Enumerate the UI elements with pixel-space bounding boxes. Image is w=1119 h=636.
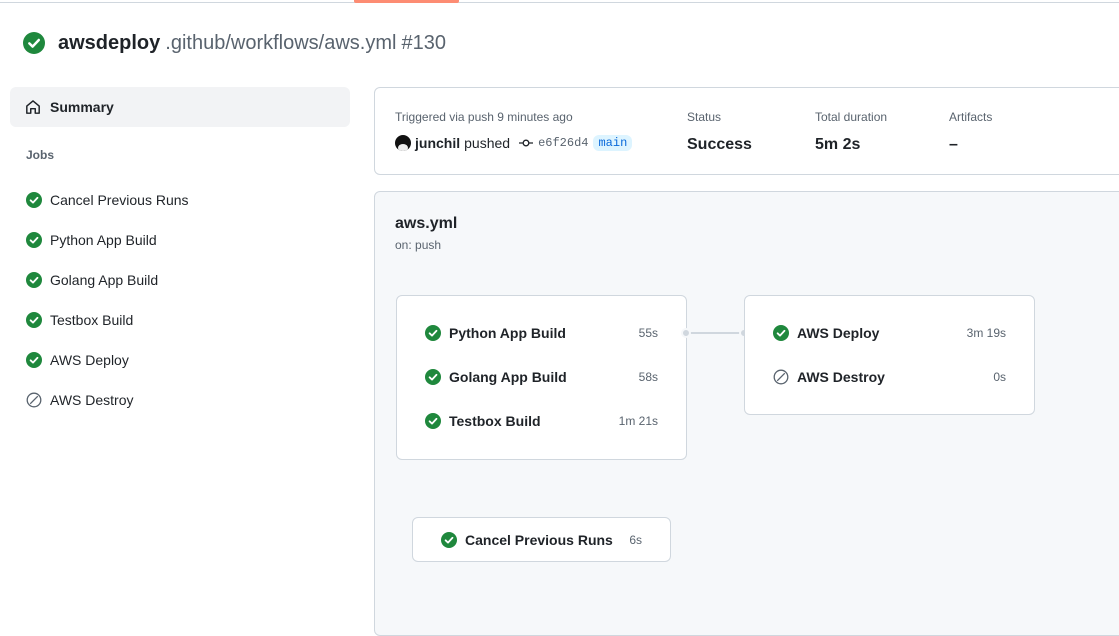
trigger-column: Triggered via push 9 minutes ago junchil… [395, 110, 633, 151]
sidebar-job-item[interactable]: Cancel Previous Runs [10, 180, 350, 220]
workflow-path: .github/workflows/aws.yml [165, 31, 397, 54]
sidebar-job-item[interactable]: AWS Deploy [10, 340, 350, 380]
artifacts-label: Artifacts [949, 110, 993, 124]
sidebar-job-label: Python App Build [50, 232, 157, 248]
graph-job-name: Python App Build [449, 325, 566, 341]
graph-job-duration: 55s [638, 326, 658, 340]
run-summary-card: Triggered via push 9 minutes ago junchil… [374, 87, 1119, 175]
graph-job-name: Testbox Build [449, 413, 541, 429]
status-label: Status [687, 110, 722, 124]
header-divider [0, 2, 1119, 3]
workflow-graph: aws.yml on: push Python App Build 55s Gola… [374, 191, 1119, 636]
graph-job-duration: 3m 19s [966, 326, 1006, 340]
graph-job-name: Cancel Previous Runs [465, 532, 613, 548]
job-group-cancel: Cancel Previous Runs 6s [412, 517, 671, 562]
sidebar-job-label: AWS Destroy [50, 392, 134, 408]
repo-name[interactable]: awsdeploy [58, 32, 160, 55]
graph-job-duration: 58s [638, 370, 658, 384]
skip-icon [26, 392, 42, 408]
graph-job-duration: 0s [993, 370, 1006, 384]
sidebar-job-label: AWS Deploy [50, 352, 129, 368]
graph-job-name: AWS Destroy [797, 369, 885, 385]
home-icon [26, 100, 40, 114]
commit-sha-link[interactable]: e6f26d4 [538, 136, 588, 150]
actor-link[interactable]: junchil [415, 135, 460, 151]
workflow-file-name: aws.yml [395, 215, 458, 232]
graph-job-node[interactable]: Golang App Build 58s [397, 355, 686, 399]
check-circle-fill-icon [441, 532, 457, 548]
check-circle-fill-icon [425, 369, 441, 385]
check-circle-fill-icon [26, 312, 42, 328]
status-value: Success [687, 136, 752, 153]
run-number: #130 [401, 31, 446, 54]
sidebar-job-item[interactable]: AWS Destroy [10, 380, 350, 420]
sidebar-job-label: Golang App Build [50, 272, 159, 288]
artifacts-value: – [949, 136, 958, 153]
graph-job-duration: 1m 21s [618, 414, 658, 428]
check-circle-fill-icon [26, 352, 42, 368]
graph-job-node[interactable]: Testbox Build 1m 21s [397, 399, 686, 443]
check-circle-fill-icon [425, 413, 441, 429]
graph-job-duration: 6s [629, 533, 642, 547]
graph-job-node[interactable]: Cancel Previous Runs 6s [413, 518, 670, 562]
skip-icon [773, 369, 789, 385]
check-circle-fill-icon [425, 325, 441, 341]
check-circle-fill-icon [773, 325, 789, 341]
graph-job-node[interactable]: AWS Destroy 0s [745, 355, 1034, 399]
workflow-trigger: on: push [395, 238, 442, 252]
trigger-label: Triggered via push 9 minutes ago [395, 110, 573, 124]
sidebar-job-label: Cancel Previous Runs [50, 192, 189, 208]
check-circle-fill-icon [26, 232, 42, 248]
git-commit-icon [519, 139, 534, 147]
graph-job-name: Golang App Build [449, 369, 567, 385]
sidebar-item-label: Summary [50, 99, 114, 115]
graph-job-name: AWS Deploy [797, 325, 880, 341]
duration-value: 5m 2s [815, 136, 861, 153]
graph-job-node[interactable]: Python App Build 55s [397, 311, 686, 355]
duration-column: Total duration 5m 2s [815, 110, 887, 154]
status-column: Status Success [687, 110, 752, 154]
sidebar-item-summary[interactable]: Summary [10, 87, 350, 127]
trigger-verb: pushed [464, 135, 511, 151]
jobs-heading: Jobs [26, 148, 55, 162]
sidebar-job-label: Testbox Build [50, 312, 134, 328]
check-circle-fill-icon [26, 272, 42, 288]
branch-label[interactable]: main [593, 135, 633, 151]
avatar[interactable] [395, 135, 411, 151]
job-group-deploy: AWS Deploy 3m 19s AWS Destroy 0s [744, 295, 1035, 415]
sidebar-job-item[interactable]: Python App Build [10, 220, 350, 260]
graph-connector [686, 332, 746, 334]
check-circle-fill-icon [26, 192, 42, 208]
sidebar-job-item[interactable]: Golang App Build [10, 260, 350, 300]
active-tab-indicator [354, 0, 459, 3]
job-group-build: Python App Build 55s Golang App Build 58s Te… [396, 295, 687, 460]
sidebar: Summary Jobs Cancel Previous Runs Python … [10, 87, 350, 420]
sidebar-job-item[interactable]: Testbox Build [10, 300, 350, 340]
check-circle-fill-icon [23, 32, 45, 54]
graph-job-node[interactable]: AWS Deploy 3m 19s [745, 311, 1034, 355]
connector-dot [681, 328, 691, 338]
job-list: Cancel Previous Runs Python App Build Gola… [10, 180, 350, 420]
run-header: awsdeploy .github/workflows/aws.yml #130 [23, 31, 446, 55]
artifacts-column: Artifacts – [949, 110, 992, 154]
duration-label: Total duration [815, 110, 888, 124]
